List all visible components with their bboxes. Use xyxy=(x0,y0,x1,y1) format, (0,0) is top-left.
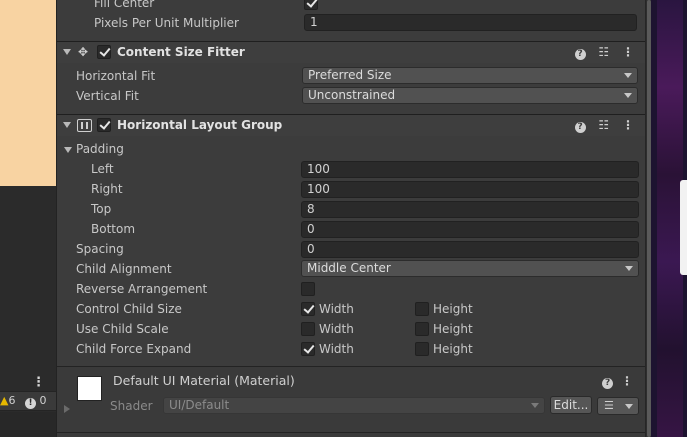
material-title: Default UI Material (Material) xyxy=(113,373,295,388)
control-child-size-width-label: Width xyxy=(319,302,354,316)
child-alignment-label: Child Alignment xyxy=(76,262,172,276)
content-size-fitter-header[interactable]: ✥ Content Size Fitter ? ☷ ⋮ xyxy=(57,41,645,63)
content-size-fitter-title: Content Size Fitter xyxy=(117,45,245,59)
game-view-strip xyxy=(651,0,687,437)
vertical-fit-dropdown[interactable]: Unconstrained xyxy=(302,87,638,104)
chevron-down-icon xyxy=(531,403,539,408)
padding-bottom-field[interactable]: 0 xyxy=(301,221,639,238)
use-child-scale-height-label: Height xyxy=(433,322,473,336)
padding-foldout-icon[interactable] xyxy=(64,147,72,153)
list-icon: ☰ xyxy=(604,399,614,412)
inspector-panel: Fill Center Pixels Per Unit Multiplier 1… xyxy=(56,0,645,437)
use-child-scale-width-label: Width xyxy=(319,322,354,336)
chevron-down-icon xyxy=(624,93,632,98)
shader-dropdown[interactable]: UI/Default xyxy=(163,397,545,414)
material-foldout-icon[interactable] xyxy=(64,405,70,413)
foldout-arrow-icon[interactable] xyxy=(63,49,71,55)
child-force-expand-label: Child Force Expand xyxy=(76,342,192,356)
use-child-scale-height-checkbox[interactable] xyxy=(415,322,429,336)
padding-right-field[interactable]: 100 xyxy=(301,181,639,198)
scene-view-strip: ⋮ ▲6 ! 0 xyxy=(0,0,56,437)
kebab-menu-icon[interactable]: ⋮ xyxy=(32,375,45,390)
horizontal-layout-group-title: Horizontal Layout Group xyxy=(117,118,283,132)
help-icon[interactable]: ? xyxy=(574,122,586,133)
presets-icon[interactable]: ☷ xyxy=(598,45,609,59)
error-icon: ! xyxy=(25,398,36,409)
fill-center-label: Fill Center xyxy=(94,0,155,10)
error-count[interactable]: ! 0 xyxy=(25,394,47,409)
padding-left-field[interactable]: 100 xyxy=(301,161,639,178)
vertical-fit-label: Vertical Fit xyxy=(76,89,139,103)
padding-bottom-label: Bottom xyxy=(91,222,136,236)
child-force-expand-width-label: Width xyxy=(319,342,354,356)
bottom-divider xyxy=(57,432,645,433)
spacing-label: Spacing xyxy=(76,242,124,256)
kebab-menu-icon[interactable]: ⋮ xyxy=(622,45,634,59)
ppu-multiplier-field[interactable]: 1 xyxy=(304,14,637,31)
spacing-field[interactable]: 0 xyxy=(301,241,639,258)
child-alignment-dropdown[interactable]: Middle Center xyxy=(301,260,639,277)
reverse-arrangement-label: Reverse Arrangement xyxy=(76,282,208,296)
padding-label[interactable]: Padding xyxy=(76,142,124,156)
material-preview-swatch[interactable] xyxy=(77,376,102,401)
warning-count[interactable]: ▲6 xyxy=(0,394,15,407)
control-child-size-height-checkbox[interactable] xyxy=(415,302,429,316)
horizontal-layout-group-header[interactable]: Horizontal Layout Group ? ☷ ⋮ xyxy=(57,114,645,136)
horizontal-fit-label: Horizontal Fit xyxy=(76,69,156,83)
scene-footer xyxy=(0,412,56,437)
padding-left-label: Left xyxy=(91,162,114,176)
shader-label: Shader xyxy=(110,399,153,413)
horizontal-fit-dropdown[interactable]: Preferred Size xyxy=(302,67,638,84)
child-force-expand-height-checkbox[interactable] xyxy=(415,342,429,356)
control-child-size-label: Control Child Size xyxy=(76,302,182,316)
shader-options-button[interactable]: ☰ xyxy=(597,397,639,415)
ppu-multiplier-label: Pixels Per Unit Multiplier xyxy=(94,16,239,30)
reverse-arrangement-checkbox[interactable] xyxy=(301,282,315,296)
child-force-expand-height-label: Height xyxy=(433,342,473,356)
padding-top-label: Top xyxy=(91,202,112,216)
horizontal-layout-icon xyxy=(77,119,92,132)
help-icon[interactable]: ? xyxy=(602,378,614,389)
kebab-menu-icon[interactable]: ⋮ xyxy=(622,118,634,132)
game-view-highlight xyxy=(680,180,687,275)
control-child-size-height-label: Height xyxy=(433,302,473,316)
presets-icon[interactable]: ☷ xyxy=(598,118,609,132)
use-child-scale-width-checkbox[interactable] xyxy=(301,322,315,336)
padding-right-label: Right xyxy=(91,182,123,196)
content-size-fitter-icon: ✥ xyxy=(78,45,89,59)
shader-edit-button[interactable]: Edit... xyxy=(550,396,592,414)
control-child-size-width-checkbox[interactable] xyxy=(301,302,315,316)
help-icon[interactable]: ? xyxy=(574,49,586,60)
kebab-menu-icon[interactable]: ⋮ xyxy=(621,374,633,388)
padding-top-field[interactable]: 8 xyxy=(301,201,639,218)
fill-center-checkbox[interactable] xyxy=(304,0,318,10)
scene-canvas-preview xyxy=(0,0,56,186)
foldout-arrow-icon[interactable] xyxy=(63,122,71,128)
chevron-down-icon xyxy=(625,266,633,271)
console-counts-bar: ⋮ ▲6 ! 0 xyxy=(0,375,56,411)
use-child-scale-label: Use Child Scale xyxy=(76,322,169,336)
chevron-down-icon xyxy=(624,73,632,78)
content-size-fitter-enabled-checkbox[interactable] xyxy=(97,45,111,59)
chevron-down-icon xyxy=(625,404,633,409)
horizontal-layout-group-enabled-checkbox[interactable] xyxy=(97,118,111,132)
child-force-expand-width-checkbox[interactable] xyxy=(301,342,315,356)
